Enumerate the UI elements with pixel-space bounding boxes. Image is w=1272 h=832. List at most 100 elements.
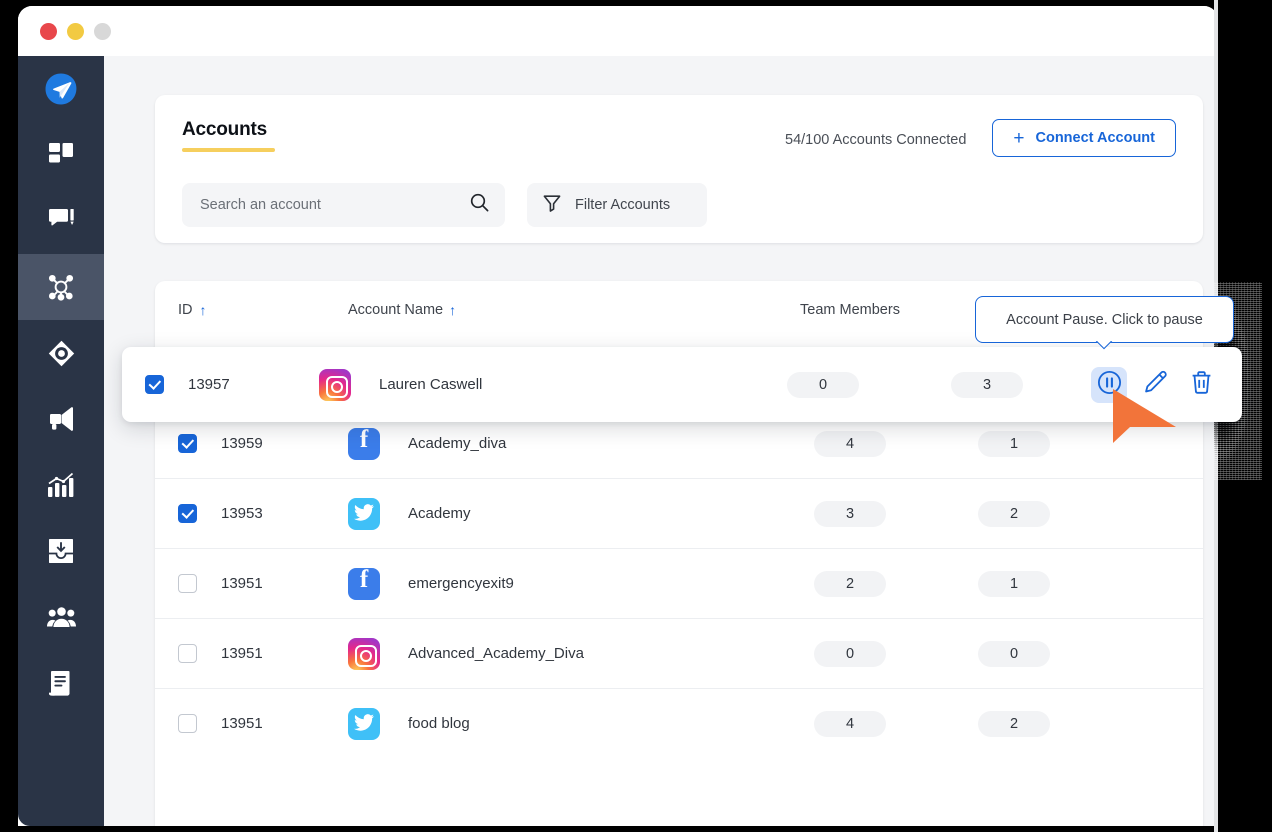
row-checkbox[interactable]: [178, 714, 197, 733]
window-titlebar: [18, 6, 1218, 56]
sidebar: [18, 56, 104, 826]
column-header-team-members[interactable]: Team Members: [768, 302, 932, 318]
team-members-pill: 2: [814, 570, 886, 597]
row-clients-cell: 2: [932, 500, 1096, 527]
row-checkbox[interactable]: [178, 434, 197, 453]
mouse-cursor: [1110, 386, 1184, 453]
row-name-cell: Lauren Caswell: [291, 368, 741, 401]
row-id-cell: 13953: [178, 504, 320, 523]
team-members-pill: 0: [787, 371, 859, 398]
sidebar-item-publishing[interactable]: [18, 188, 104, 254]
clients-pill: 1: [978, 570, 1050, 597]
column-header-id[interactable]: ID ↑: [178, 302, 320, 318]
sort-asc-icon[interactable]: ↑: [200, 303, 207, 317]
row-clients-cell: 1: [932, 430, 1096, 457]
row-checkbox[interactable]: [178, 574, 197, 593]
row-team-members-cell: 2: [768, 570, 932, 597]
window-minimize-button[interactable]: [67, 22, 84, 40]
sidebar-item-accounts[interactable]: [18, 254, 104, 320]
comment-edit-icon: [48, 208, 75, 234]
row-name-cell: Academy: [320, 497, 768, 530]
screen: Accounts 54/100 Accounts Connected + Con…: [0, 0, 1272, 832]
team-members-pill: 4: [814, 430, 886, 457]
connect-account-button[interactable]: + Connect Account: [992, 119, 1176, 157]
row-name-cell: emergencyexit9: [320, 566, 768, 600]
row-checkbox[interactable]: [178, 644, 197, 663]
row-id: 13951: [221, 715, 263, 732]
row-account-name: Lauren Caswell: [379, 376, 483, 393]
table-body: 13959 Academy_diva 4 1 13953 Academy 3 2 13951 em…: [155, 408, 1203, 758]
users-group-icon: [46, 606, 76, 628]
team-members-pill: 3: [814, 500, 886, 527]
sidebar-item-campaigns[interactable]: [18, 386, 104, 452]
sort-asc-icon[interactable]: ↑: [449, 303, 456, 317]
table-row[interactable]: 13951 food blog 4 2: [155, 688, 1203, 758]
row-id-cell: 13951: [178, 714, 320, 733]
sidebar-item-inbox[interactable]: [18, 518, 104, 584]
row-id-cell: 13951: [178, 574, 320, 593]
filter-accounts-button[interactable]: Filter Accounts: [527, 183, 707, 227]
main-content: Accounts 54/100 Accounts Connected + Con…: [104, 56, 1218, 826]
row-clients-cell: 3: [905, 371, 1069, 398]
search-icon[interactable]: [470, 193, 489, 217]
instagram-icon: [319, 368, 351, 401]
bar-chart-icon: [47, 472, 75, 498]
app-logo[interactable]: [18, 56, 104, 122]
twitter-icon: [348, 497, 380, 530]
facebook-icon: [348, 566, 380, 600]
search-input[interactable]: [200, 197, 462, 213]
row-account-name: food blog: [408, 715, 470, 732]
clients-pill: 1: [978, 430, 1050, 457]
row-checkbox[interactable]: [178, 504, 197, 523]
network-nodes-icon: [46, 272, 76, 302]
row-id: 13957: [188, 376, 230, 393]
sidebar-item-engage[interactable]: [18, 320, 104, 386]
accounts-header-card: Accounts 54/100 Accounts Connected + Con…: [155, 95, 1203, 243]
highlighted-table-row[interactable]: 13957 Lauren Caswell 0 3: [122, 347, 1242, 422]
trash-delete-icon: [1189, 370, 1214, 400]
sidebar-item-dashboard[interactable]: [18, 122, 104, 188]
clients-pill: 0: [978, 640, 1050, 667]
title-underline: [182, 148, 275, 152]
row-id-cell: 13957: [145, 375, 291, 394]
team-members-pill: 0: [814, 640, 886, 667]
row-id: 13959: [221, 435, 263, 452]
clients-pill: 2: [978, 500, 1050, 527]
window-maximize-button[interactable]: [94, 22, 111, 40]
table-row[interactable]: 13951 emergencyexit9 2 1: [155, 548, 1203, 618]
connect-account-label: Connect Account: [1035, 130, 1156, 146]
instagram-icon: [348, 637, 380, 670]
row-team-members-cell: 0: [768, 640, 932, 667]
sidebar-item-team[interactable]: [18, 584, 104, 650]
row-name-cell: Advanced_Academy_Diva: [320, 637, 768, 670]
column-label-id: ID: [178, 301, 193, 318]
row-clients-cell: 2: [932, 710, 1096, 737]
pause-tooltip: Account Pause. Click to pause: [975, 296, 1234, 343]
funnel-icon: [543, 194, 561, 217]
tooltip-text: Account Pause. Click to pause: [1006, 311, 1203, 328]
table-row[interactable]: 13953 Academy 3 2: [155, 478, 1203, 548]
column-label-account-name: Account Name: [348, 301, 444, 318]
row-name-cell: food blog: [320, 707, 768, 740]
column-header-account-name[interactable]: Account Name ↑: [320, 302, 768, 318]
row-account-name: Academy_diva: [408, 435, 507, 452]
table-row[interactable]: 13951 Advanced_Academy_Diva 0 0: [155, 618, 1203, 688]
clients-pill: 2: [978, 710, 1050, 737]
facebook-icon: [348, 426, 380, 460]
window-close-button[interactable]: [40, 22, 57, 40]
row-id: 13951: [221, 645, 263, 662]
delete-account-button[interactable]: [1183, 367, 1219, 403]
clients-pill: 3: [951, 371, 1023, 398]
row-clients-cell: 1: [932, 570, 1096, 597]
arrow-pointer-icon: [1110, 389, 1184, 452]
sidebar-item-reports[interactable]: [18, 650, 104, 716]
row-team-members-cell: 4: [768, 430, 932, 457]
page-title: Accounts: [182, 119, 267, 140]
team-members-pill: 4: [814, 710, 886, 737]
row-account-name: Academy: [408, 505, 471, 522]
sidebar-item-analytics[interactable]: [18, 452, 104, 518]
row-id: 13951: [221, 575, 263, 592]
row-checkbox[interactable]: [145, 375, 164, 394]
search-account-field[interactable]: [182, 183, 505, 227]
target-diamond-icon: [48, 340, 75, 367]
